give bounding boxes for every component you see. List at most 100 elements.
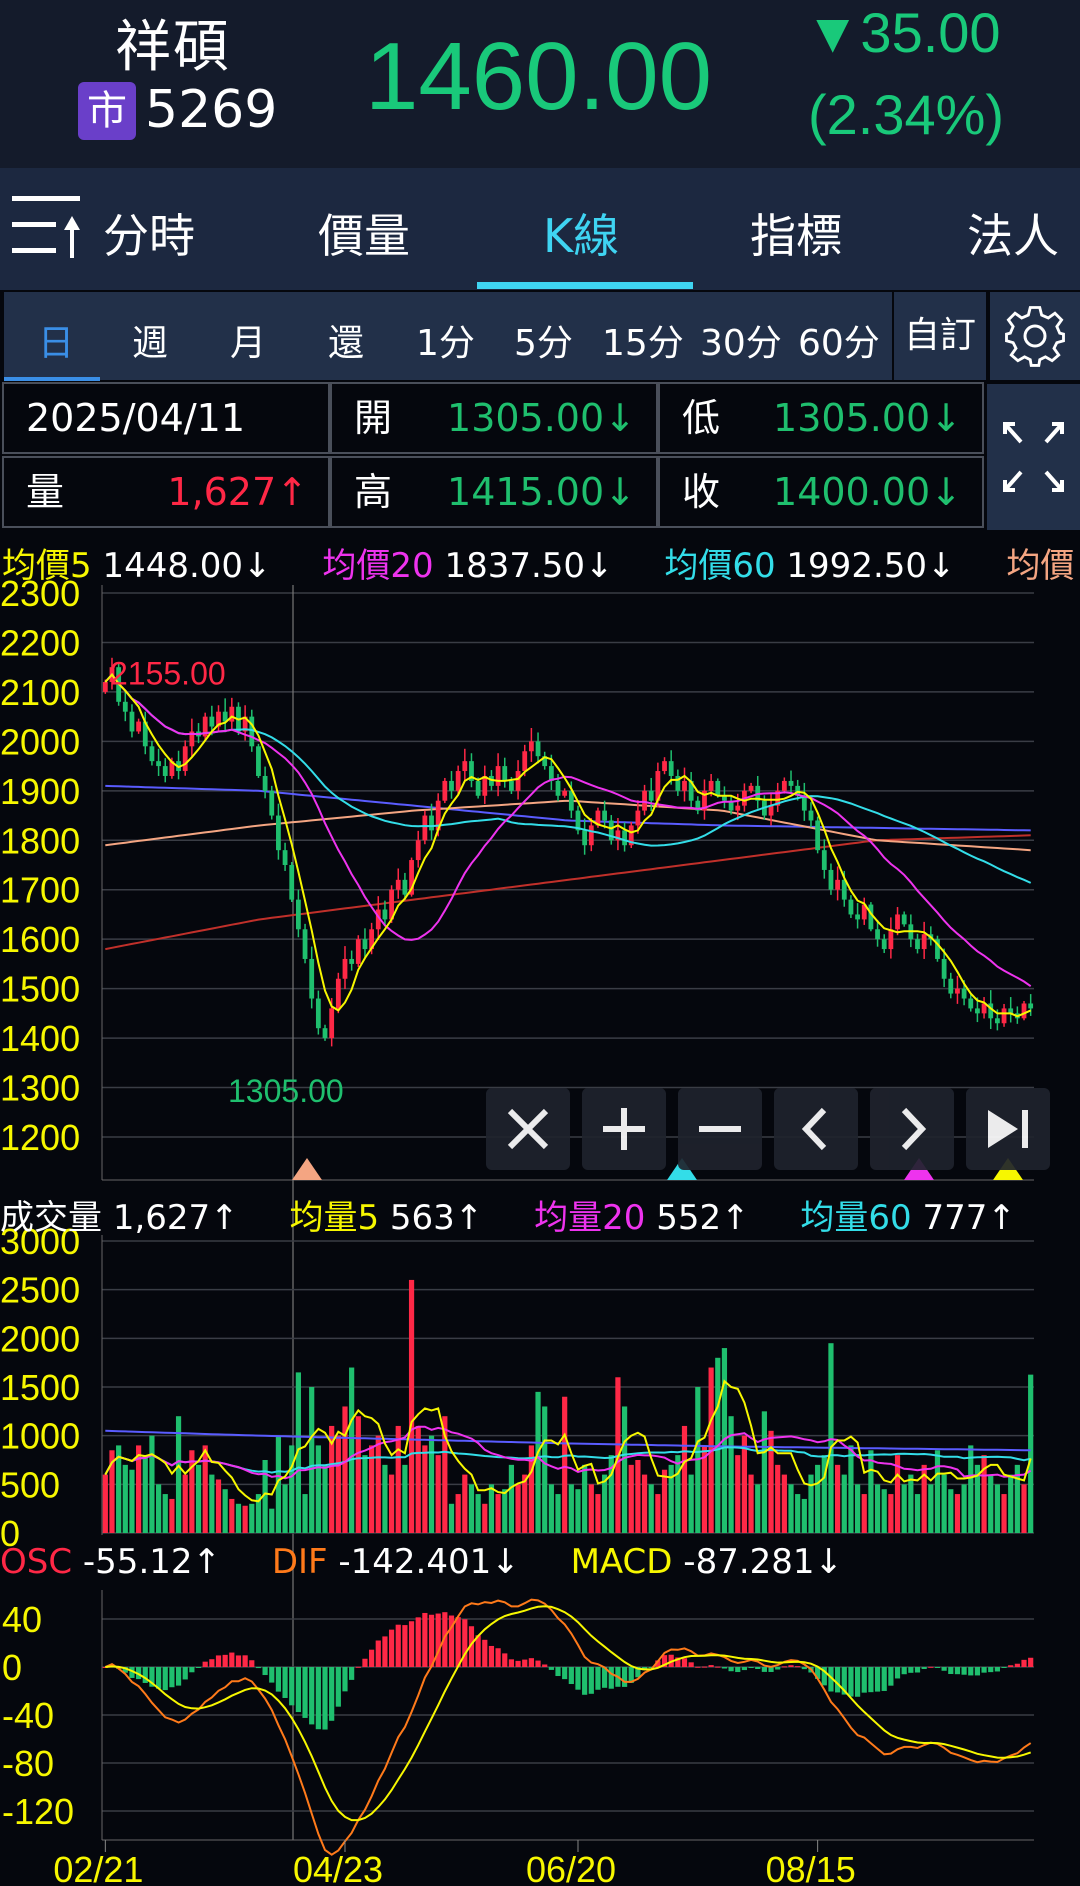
volume-bar [195, 1464, 202, 1533]
osc-bar [269, 1667, 275, 1683]
volume-bar [322, 1464, 328, 1533]
y-tick-label: 1500 [0, 969, 80, 1010]
candle-body [975, 1008, 980, 1014]
osc-bar [408, 1621, 415, 1667]
osc-bar [402, 1625, 408, 1667]
osc-bar [548, 1667, 554, 1670]
candle-body [642, 790, 647, 811]
osc-bar [994, 1667, 1000, 1672]
candle-body [968, 998, 974, 1009]
candle-body [402, 879, 408, 895]
osc-bar [1014, 1663, 1020, 1667]
osc-bar [708, 1665, 714, 1667]
volume-bar [1021, 1484, 1027, 1533]
candle-body [635, 810, 641, 826]
zoom-in-button[interactable] [582, 1088, 666, 1170]
candle-body [302, 929, 308, 959]
volume-bar [914, 1494, 921, 1533]
y-tick-label: 1400 [0, 1018, 80, 1059]
candle-body [848, 899, 854, 915]
y-tick-label: 1700 [0, 870, 80, 911]
volume-bar [535, 1391, 541, 1533]
candle-body [349, 958, 355, 964]
scroll-left-button[interactable] [774, 1088, 858, 1170]
candle-body [1021, 1003, 1027, 1019]
volume-bar [209, 1474, 215, 1533]
volume-bar [495, 1494, 501, 1533]
volume-bar [488, 1484, 495, 1533]
volume-bar [395, 1425, 401, 1533]
volume-bar [222, 1489, 228, 1533]
jump-to-latest-button[interactable] [966, 1088, 1050, 1170]
osc-bar [155, 1667, 162, 1689]
candle-body [182, 746, 188, 772]
volume-bar [728, 1416, 734, 1533]
osc-bar [1001, 1667, 1007, 1668]
candle-body [276, 815, 281, 851]
volume-bar [848, 1445, 854, 1533]
volume-bar [641, 1474, 648, 1533]
osc-bar [309, 1667, 315, 1725]
volume-bar [335, 1435, 341, 1533]
close-chart-button[interactable] [486, 1088, 570, 1170]
volume-bar [588, 1484, 594, 1533]
candle-body [455, 771, 461, 791]
ma60-line [104, 673, 1032, 884]
candle-body [875, 929, 880, 940]
scroll-right-button[interactable] [870, 1088, 954, 1170]
volume-bar [482, 1503, 488, 1533]
volume-bar [235, 1503, 242, 1533]
kline-charts[interactable]: 2300 2200 2100 2000 1900 1800 1700 1600 1500 1400… [0, 0, 1080, 1886]
volume-bar [815, 1464, 821, 1533]
osc-bar [488, 1645, 495, 1667]
volume-bar [908, 1474, 914, 1533]
candle-body [209, 716, 215, 727]
osc-bar [894, 1667, 901, 1679]
osc-bar [948, 1667, 954, 1675]
candle-body [429, 815, 434, 831]
osc-bar [621, 1667, 628, 1687]
volume-bar [835, 1464, 841, 1533]
volume-bar [435, 1455, 441, 1533]
volume-bar [761, 1411, 767, 1533]
osc-bar [934, 1667, 941, 1668]
candle-body [528, 741, 534, 752]
candle-body [682, 780, 687, 791]
volume-bar [928, 1484, 934, 1533]
osc-bar [688, 1662, 694, 1667]
volume-bar [548, 1484, 554, 1533]
y-tick-label: 500 [0, 1464, 60, 1505]
osc-bar [249, 1660, 255, 1667]
osc-bar [788, 1665, 794, 1667]
osc-bar [322, 1667, 328, 1730]
osc-bar [315, 1667, 321, 1730]
volume-bar [162, 1494, 168, 1533]
volume-bar [755, 1484, 761, 1533]
candle-body [102, 682, 108, 692]
volume-bar [309, 1387, 315, 1533]
volume-bar [808, 1474, 814, 1533]
osc-bar [928, 1666, 934, 1668]
dif-value: -142.401↓ [338, 1542, 520, 1582]
osc-bar [255, 1667, 262, 1669]
candle-body [475, 780, 481, 796]
volume-bar [289, 1445, 295, 1533]
osc-bar [582, 1667, 588, 1695]
volume-bar [595, 1494, 601, 1533]
volume-bar [748, 1474, 754, 1533]
volume-bar [568, 1484, 574, 1533]
vma20-value: 552↑ [656, 1198, 750, 1238]
macd-legend: OSC -55.12↑ DIF -142.401↓ MACD -87.281↓ [0, 1542, 843, 1582]
volume-bar [775, 1464, 781, 1533]
volume-bar [888, 1494, 894, 1533]
osc-bar [781, 1666, 787, 1668]
osc-bar [289, 1667, 295, 1706]
zoom-out-button[interactable] [678, 1088, 762, 1170]
candle-body [748, 785, 754, 791]
y-tick-label: -80 [2, 1743, 54, 1784]
candle-body [881, 939, 887, 950]
volume-bar [249, 1503, 255, 1533]
osc-bar [854, 1667, 861, 1697]
volume-bar [502, 1489, 508, 1533]
macd-value: -87.281↓ [683, 1542, 844, 1582]
